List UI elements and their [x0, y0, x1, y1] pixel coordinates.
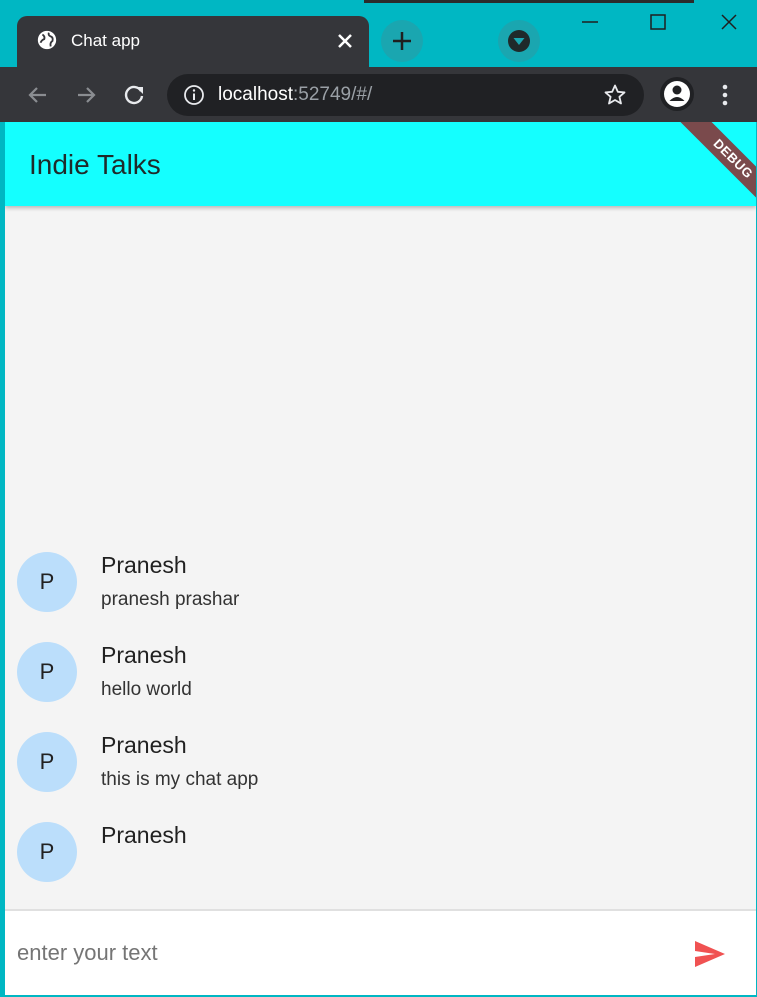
avatar: P — [17, 552, 77, 612]
url-text: localhost:52749/#/ — [218, 84, 372, 106]
message-sender: Pranesh — [101, 552, 187, 578]
list-item[interactable]: P Pranesh pranesh prashar — [5, 542, 756, 632]
arrow-left-icon[interactable] — [24, 81, 52, 109]
flutter-app: Indie Talks DEBUG P Pranesh pranesh pras… — [5, 122, 756, 995]
arrow-right-icon[interactable] — [72, 81, 100, 109]
message-sender: Pranesh — [101, 642, 187, 668]
message-composer — [5, 909, 756, 995]
info-icon[interactable] — [183, 84, 205, 106]
plus-icon — [393, 32, 411, 50]
minimize-icon[interactable] — [576, 8, 604, 36]
tab-chat-app[interactable]: Chat app — [17, 16, 369, 67]
browser-toolbar: localhost:52749/#/ — [0, 67, 757, 122]
message-text: this is my chat app — [101, 769, 259, 790]
message-sender: Pranesh — [101, 822, 187, 848]
list-item[interactable]: P Pranesh this is my chat app — [5, 722, 756, 812]
message-text: pranesh prashar — [101, 589, 240, 610]
maximize-icon[interactable] — [644, 8, 672, 36]
message-input[interactable] — [17, 935, 657, 971]
message-text: hello world — [101, 679, 192, 700]
browser-window: Chat app localhost:52749/#/ Indie Talks … — [0, 0, 757, 997]
message-list: P Pranesh pranesh prashar P Pranesh hell… — [5, 542, 756, 902]
avatar: P — [17, 732, 77, 792]
kebab-menu-icon[interactable] — [714, 81, 736, 109]
url-host: localhost — [218, 84, 293, 105]
person-icon — [664, 81, 690, 107]
star-icon[interactable] — [603, 83, 627, 107]
profile-button[interactable] — [660, 77, 694, 111]
new-tab-button[interactable] — [381, 20, 423, 62]
reload-icon[interactable] — [120, 81, 148, 109]
send-icon[interactable] — [693, 937, 727, 971]
list-item[interactable]: P Pranesh — [5, 812, 756, 902]
app-bar: Indie Talks — [5, 122, 756, 206]
tab-strip: Chat app — [0, 0, 757, 67]
window-edge — [364, 0, 694, 3]
address-bar[interactable]: localhost:52749/#/ — [167, 74, 644, 116]
url-path: :52749/#/ — [293, 84, 373, 105]
tab-search-button[interactable] — [498, 20, 540, 62]
chevron-down-icon — [508, 30, 530, 52]
message-sender: Pranesh — [101, 732, 187, 758]
window-close-icon[interactable] — [715, 8, 743, 36]
list-item[interactable]: P Pranesh hello world — [5, 632, 756, 722]
avatar: P — [17, 822, 77, 882]
globe-icon — [37, 30, 57, 50]
avatar: P — [17, 642, 77, 702]
close-icon[interactable] — [333, 29, 357, 53]
app-title: Indie Talks — [29, 149, 161, 180]
tab-title: Chat app — [71, 31, 140, 50]
